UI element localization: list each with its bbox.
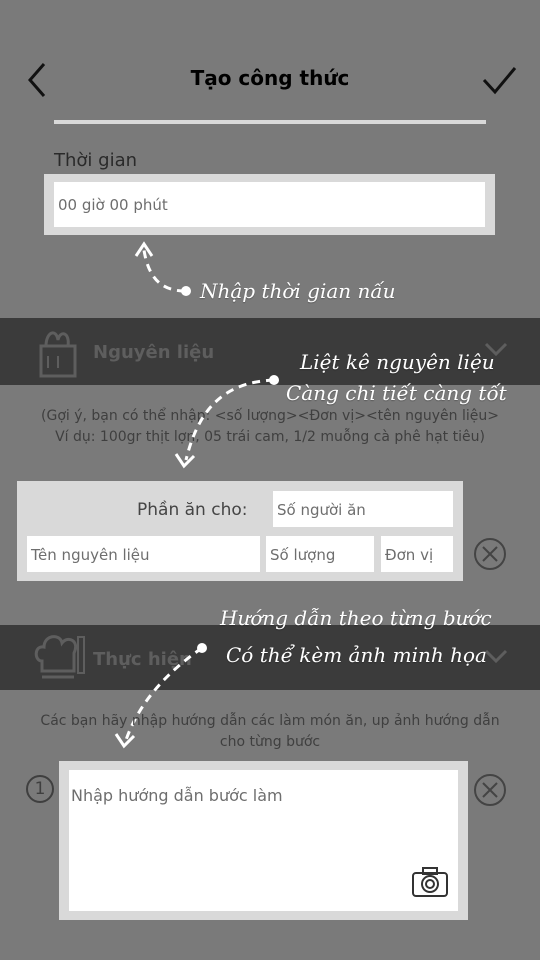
steps-hint: Các bạn hãy nhập hướng dẫn các làm món ă… <box>40 713 500 750</box>
close-circle-icon[interactable] <box>473 537 507 571</box>
header-divider <box>54 120 486 124</box>
camera-icon[interactable] <box>411 866 449 898</box>
app-header: Tạo công thức <box>0 0 540 120</box>
chevron-down-icon[interactable] <box>484 649 508 665</box>
chef-hat-icon <box>34 635 85 679</box>
step-instruction-input[interactable]: Nhập hướng dẫn bước làm <box>69 770 458 911</box>
ingredient-unit-placeholder: Đơn vị <box>385 546 434 564</box>
ingredient-note-line2: Càng chi tiết càng tốt <box>286 381 507 405</box>
checkmark-icon[interactable] <box>478 60 520 100</box>
step-number: 1 <box>26 775 54 803</box>
steps-note-line1: Hướng dẫn theo từng bước <box>220 606 492 630</box>
ingredient-quantity-input[interactable]: Số lượng <box>266 536 374 572</box>
servings-placeholder: Số người ăn <box>277 501 366 519</box>
servings-input[interactable]: Số người ăn <box>273 491 453 527</box>
time-placeholder: 00 giờ 00 phút <box>58 196 168 214</box>
ingredient-form: Phần ăn cho: Số người ăn Tên nguyên liệu… <box>17 481 463 581</box>
time-note-arrow <box>134 241 191 296</box>
time-note: Nhập thời gian nấu <box>200 279 396 303</box>
step-instruction-placeholder: Nhập hướng dẫn bước làm <box>71 786 283 805</box>
ingredient-note-line1: Liệt kê nguyên liệu <box>300 350 495 374</box>
ingredients-title: Nguyên liệu <box>93 342 215 363</box>
ingredient-name-input[interactable]: Tên nguyên liệu <box>27 536 260 572</box>
ingredient-unit-input[interactable]: Đơn vị <box>381 536 453 572</box>
step-field-frame: Nhập hướng dẫn bước làm <box>59 761 468 920</box>
close-circle-icon[interactable] <box>473 773 507 807</box>
time-field-frame: 00 giờ 00 phút <box>44 174 495 235</box>
servings-label: Phần ăn cho: <box>137 500 248 520</box>
ingredient-quantity-placeholder: Số lượng <box>270 546 336 564</box>
steps-note-line2: Có thể kèm ảnh minh họa <box>226 643 487 667</box>
page-title: Tạo công thức <box>190 66 350 90</box>
ingredient-note-arrow <box>174 375 279 469</box>
time-input[interactable]: 00 giờ 00 phút <box>54 182 485 227</box>
time-label: Thời gian <box>54 150 138 171</box>
grocery-bag-icon <box>39 331 77 378</box>
ingredient-name-placeholder: Tên nguyên liệu <box>31 546 150 564</box>
